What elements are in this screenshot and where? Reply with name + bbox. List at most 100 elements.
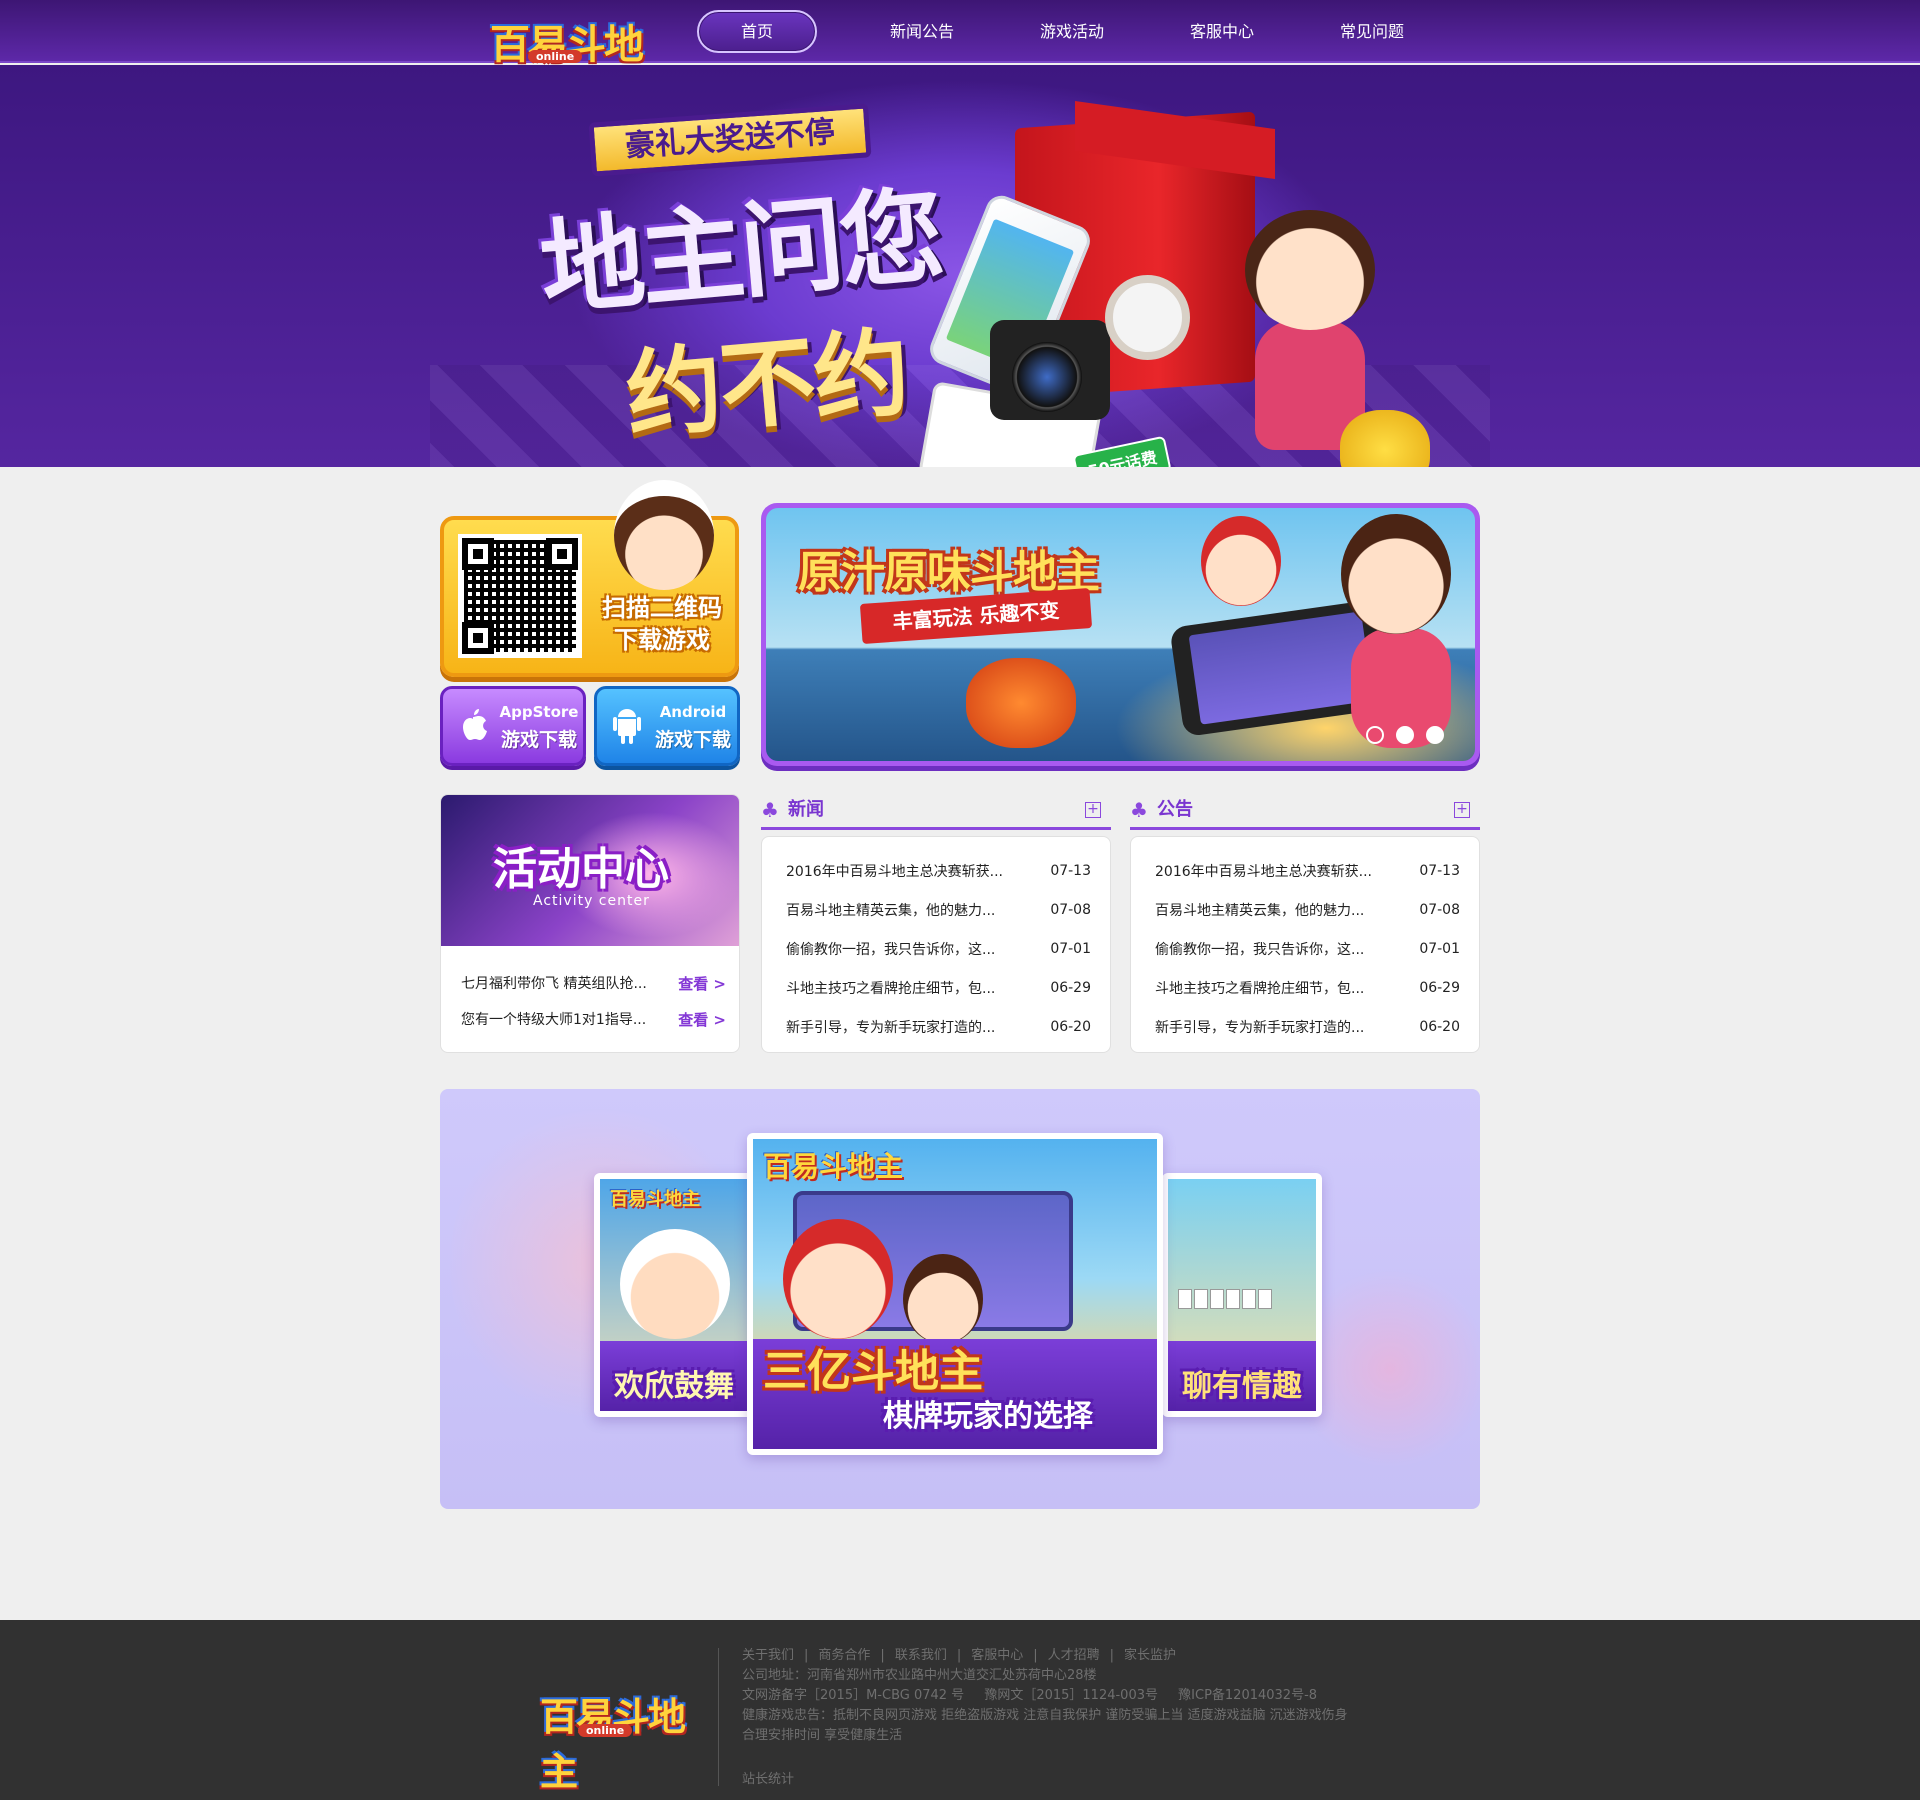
card-mini (1178, 1289, 1192, 1309)
news-item-title[interactable]: 斗地主技巧之看牌抢庄细节，包... (786, 978, 1043, 998)
footer-separator: | (880, 1648, 885, 1663)
card-mini (1226, 1289, 1240, 1309)
notice-item: 2016年中百易斗地主总决赛斩获... 07-13 (1155, 851, 1460, 890)
screenshot-right[interactable]: 聊有情趣 (1162, 1173, 1322, 1417)
boy-character-illustration (783, 1219, 893, 1339)
news-panel-body: 2016年中百易斗地主总决赛斩获... 07-13 百易斗地主精英云集，他的魅力.… (761, 836, 1111, 1053)
main-nav: 首页 新闻公告 游戏活动 客服中心 常见问题 (697, 10, 1447, 53)
notice-item-title[interactable]: 新手引导，专为新手玩家打造的... (1155, 1017, 1412, 1037)
activity-center-card: 活动中心 Activity center 七月福利带你飞 精英组队抢... 查看… (440, 794, 740, 1053)
news-item-date: 07-13 (1050, 862, 1091, 879)
news-item: 百易斗地主精英云集，他的魅力... 07-08 (786, 890, 1091, 929)
notice-item-title[interactable]: 斗地主技巧之看牌抢庄细节，包... (1155, 978, 1412, 998)
android-sublabel: 游戏下载 (654, 729, 731, 751)
camera-lens (1012, 342, 1082, 412)
screenshot-center-caption-line2: 棋牌玩家的选择 (883, 1399, 1093, 1434)
footer-address: 公司地址：河南省郑州市农业路中州大道交汇处苏荷中心28楼 (742, 1668, 1097, 1683)
girl-character-illustration (1230, 210, 1430, 467)
footer-link-support[interactable]: 客服中心 (971, 1646, 1023, 1666)
carousel-dot-1[interactable] (1366, 726, 1384, 744)
activity-item-text[interactable]: 您有一个特级大师1对1指导... (461, 1009, 672, 1029)
nav-item-support[interactable]: 客服中心 (1147, 10, 1297, 53)
qr-card-label: 扫描二维码 下载游戏 (588, 592, 736, 656)
carousel-dots (1366, 726, 1444, 744)
news-panel-title: 新闻 (788, 799, 824, 820)
card-mini (1258, 1289, 1272, 1309)
footer-link-contact[interactable]: 联系我们 (895, 1646, 947, 1666)
notice-more-button[interactable]: + (1454, 802, 1470, 818)
girl-head (1245, 210, 1375, 330)
qr-code-image (458, 534, 582, 658)
notice-item-date: 06-29 (1419, 979, 1460, 996)
activity-subtitle: Activity center (533, 893, 650, 909)
activity-list: 七月福利带你飞 精英组队抢... 查看 > 您有一个特级大师1对1指导... 查… (461, 965, 726, 1037)
notice-item-title[interactable]: 偷偷教你一招，我只告诉你，这... (1155, 939, 1412, 959)
footer-stat-link[interactable]: 站长统计 (742, 1770, 1492, 1790)
footer-link-jobs[interactable]: 人才招聘 (1048, 1646, 1100, 1666)
activity-banner[interactable]: 活动中心 Activity center (441, 795, 739, 946)
android-download-button[interactable]: Android 游戏下载 (594, 686, 740, 766)
activity-item: 七月福利带你飞 精英组队抢... 查看 > (461, 965, 726, 1001)
site-footer: 百易斗地主 online 关于我们 | 商务合作 | 联系我们 | 客服中心 | 人才招… (0, 1620, 1920, 1800)
nav-item-faq[interactable]: 常见问题 (1297, 10, 1447, 53)
screenshot-center-caption-line1: 三亿斗地主 (763, 1346, 983, 1397)
notice-panel: ♣ 公告 + 2016年中百易斗地主总决赛斩获... 07-13 百易斗地主精英云… (1130, 794, 1480, 1053)
nav-item-home[interactable]: 首页 (697, 10, 817, 53)
appstore-sublabel: 游戏下载 (500, 729, 577, 751)
qr-finder-top-left (462, 538, 494, 570)
news-item-date: 07-01 (1050, 940, 1091, 957)
footer-licenses: 文网游备字［2015］M-CBG 0742 号 豫网文［2015］1124-00… (742, 1686, 1492, 1706)
nav-item-events[interactable]: 游戏活动 (997, 10, 1147, 53)
site-logo[interactable]: 百易斗地主 online (480, 6, 660, 126)
notice-item-date: 06-20 (1419, 1018, 1460, 1035)
club-icon: ♣ (761, 798, 779, 822)
red-bag-illustration (966, 658, 1076, 748)
carousel-dot-3[interactable] (1426, 726, 1444, 744)
screenshot-left[interactable]: 百易斗地主 欢欣鼓舞 (594, 1173, 754, 1417)
notice-item: 偷偷教你一招，我只告诉你，这... 07-01 (1155, 929, 1460, 968)
footer-logo-text: 百易斗地主 (540, 1695, 686, 1794)
news-item-title[interactable]: 偷偷教你一招，我只告诉你，这... (786, 939, 1043, 959)
nav-item-news[interactable]: 新闻公告 (847, 10, 997, 53)
footer-link-about[interactable]: 关于我们 (742, 1646, 794, 1666)
top-nav-bar: 百易斗地主 online 首页 新闻公告 游戏活动 客服中心 常见问题 (0, 0, 1920, 126)
news-panel: ♣ 新闻 + 2016年中百易斗地主总决赛斩获... 07-13 百易斗地主精英云… (761, 794, 1111, 1053)
activity-item-text[interactable]: 七月福利带你飞 精英组队抢... (461, 973, 672, 993)
boy-character-illustration (1201, 516, 1281, 606)
apple-icon (455, 707, 491, 747)
screenshot-showcase: 百易斗地主 欢欣鼓舞 聊有情趣 百易斗地主 三亿斗地主 棋牌玩家的选择 (440, 1089, 1480, 1509)
footer-logo[interactable]: 百易斗地主 online (530, 1680, 710, 1794)
news-item-title[interactable]: 2016年中百易斗地主总决赛斩获... (786, 861, 1043, 881)
news-more-button[interactable]: + (1085, 802, 1101, 818)
activity-view-link[interactable]: 查看 > (678, 973, 726, 994)
activity-item: 您有一个特级大师1对1指导... 查看 > (461, 1001, 726, 1037)
carousel-dot-2[interactable] (1396, 726, 1414, 744)
footer-license-1: 文网游备字［2015］M-CBG 0742 号 (742, 1688, 965, 1703)
footer-health-advice-2: 合理安排时间 享受健康生活 (742, 1728, 903, 1743)
qr-download-card[interactable]: 扫描二维码 下载游戏 (440, 480, 739, 677)
promo-carousel[interactable]: 原汁原味斗地主 丰富玩法 乐趣不变 (761, 503, 1480, 766)
notice-item-title[interactable]: 百易斗地主精英云集，他的魅力... (1155, 900, 1412, 920)
news-item: 新手引导，专为新手玩家打造的... 06-20 (786, 1007, 1091, 1046)
news-item-title[interactable]: 新手引导，专为新手玩家打造的... (786, 1017, 1043, 1037)
news-list: 2016年中百易斗地主总决赛斩获... 07-13 百易斗地主精英云集，他的魅力.… (786, 851, 1091, 1046)
notice-item-title[interactable]: 2016年中百易斗地主总决赛斩获... (1155, 861, 1412, 881)
appstore-download-button[interactable]: AppStore 游戏下载 (440, 686, 586, 766)
news-item: 偷偷教你一招，我只告诉你，这... 07-01 (786, 929, 1091, 968)
news-item-title[interactable]: 百易斗地主精英云集，他的魅力... (786, 900, 1043, 920)
screenshot-right-caption: 聊有情趣 (1182, 1369, 1302, 1404)
notice-item-date: 07-08 (1419, 901, 1460, 918)
android-icon (609, 707, 645, 747)
camera-prize-illustration (990, 320, 1110, 420)
qr-finder-bottom-left (462, 622, 494, 654)
screenshot-center[interactable]: 百易斗地主 三亿斗地主 棋牌玩家的选择 (747, 1133, 1163, 1455)
footer-link-business[interactable]: 商务合作 (818, 1646, 870, 1666)
hero-banner[interactable]: 豪礼大奖送不停 地主问您 约不约 50元话费 (0, 65, 1920, 467)
carousel-slide[interactable]: 原汁原味斗地主 丰富玩法 乐趣不变 (766, 508, 1475, 761)
activity-view-link[interactable]: 查看 > (678, 1009, 726, 1030)
activity-title: 活动中心 (493, 844, 669, 895)
card-mini (1194, 1289, 1208, 1309)
footer-link-parental[interactable]: 家长监护 (1124, 1646, 1176, 1666)
footer-separator: | (1033, 1648, 1038, 1663)
notice-item: 斗地主技巧之看牌抢庄细节，包... 06-29 (1155, 968, 1460, 1007)
